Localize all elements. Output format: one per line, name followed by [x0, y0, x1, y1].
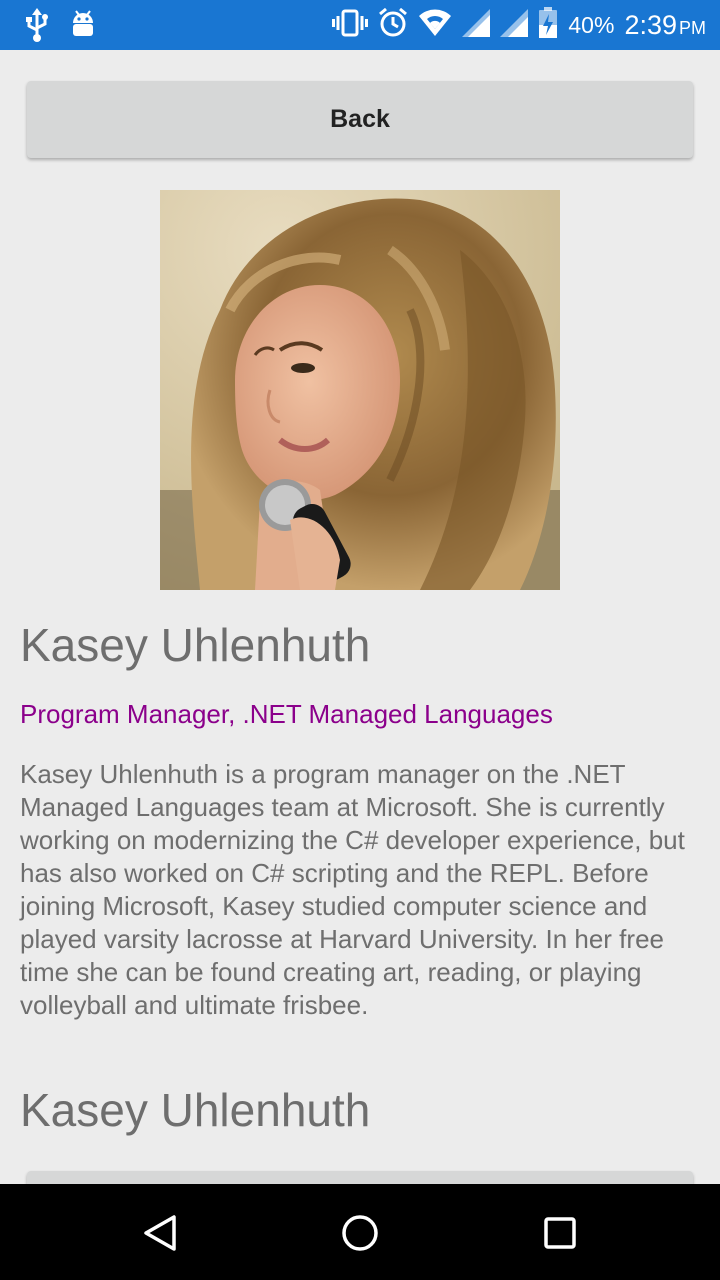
signal-icon — [462, 9, 491, 41]
usb-icon — [24, 8, 50, 46]
vibrate-icon — [332, 9, 369, 41]
profile-photo — [160, 190, 560, 590]
battery-percent: 40% — [568, 11, 615, 38]
speaker-name-repeat: Kasey Uhlenhuth — [20, 1084, 371, 1136]
navigation-bar — [0, 1184, 720, 1280]
speaker-bio: Kasey Uhlenhuth is a program manager on … — [20, 759, 685, 1020]
battery-charging-icon — [538, 7, 558, 43]
clock: 2:39 PM — [624, 9, 706, 40]
back-button[interactable]: Back — [27, 81, 693, 158]
status-bar: 40% 2:39 PM — [0, 0, 720, 50]
back-triangle-icon[interactable] — [135, 1208, 185, 1258]
speaker-title: Program Manager, .NET Managed Languages — [20, 699, 553, 729]
speaker-name: Kasey Uhlenhuth — [20, 619, 371, 671]
partial-button[interactable] — [27, 1171, 693, 1184]
recents-square-icon[interactable] — [535, 1208, 585, 1258]
android-debug-icon — [70, 8, 96, 46]
home-circle-icon[interactable] — [335, 1208, 385, 1258]
speaker-detail-page: Back Kasey Uhlenhuth Program Manager, .N… — [0, 50, 720, 1184]
alarm-icon — [378, 7, 408, 42]
signal-icon — [500, 9, 529, 41]
wifi-icon — [418, 9, 452, 41]
